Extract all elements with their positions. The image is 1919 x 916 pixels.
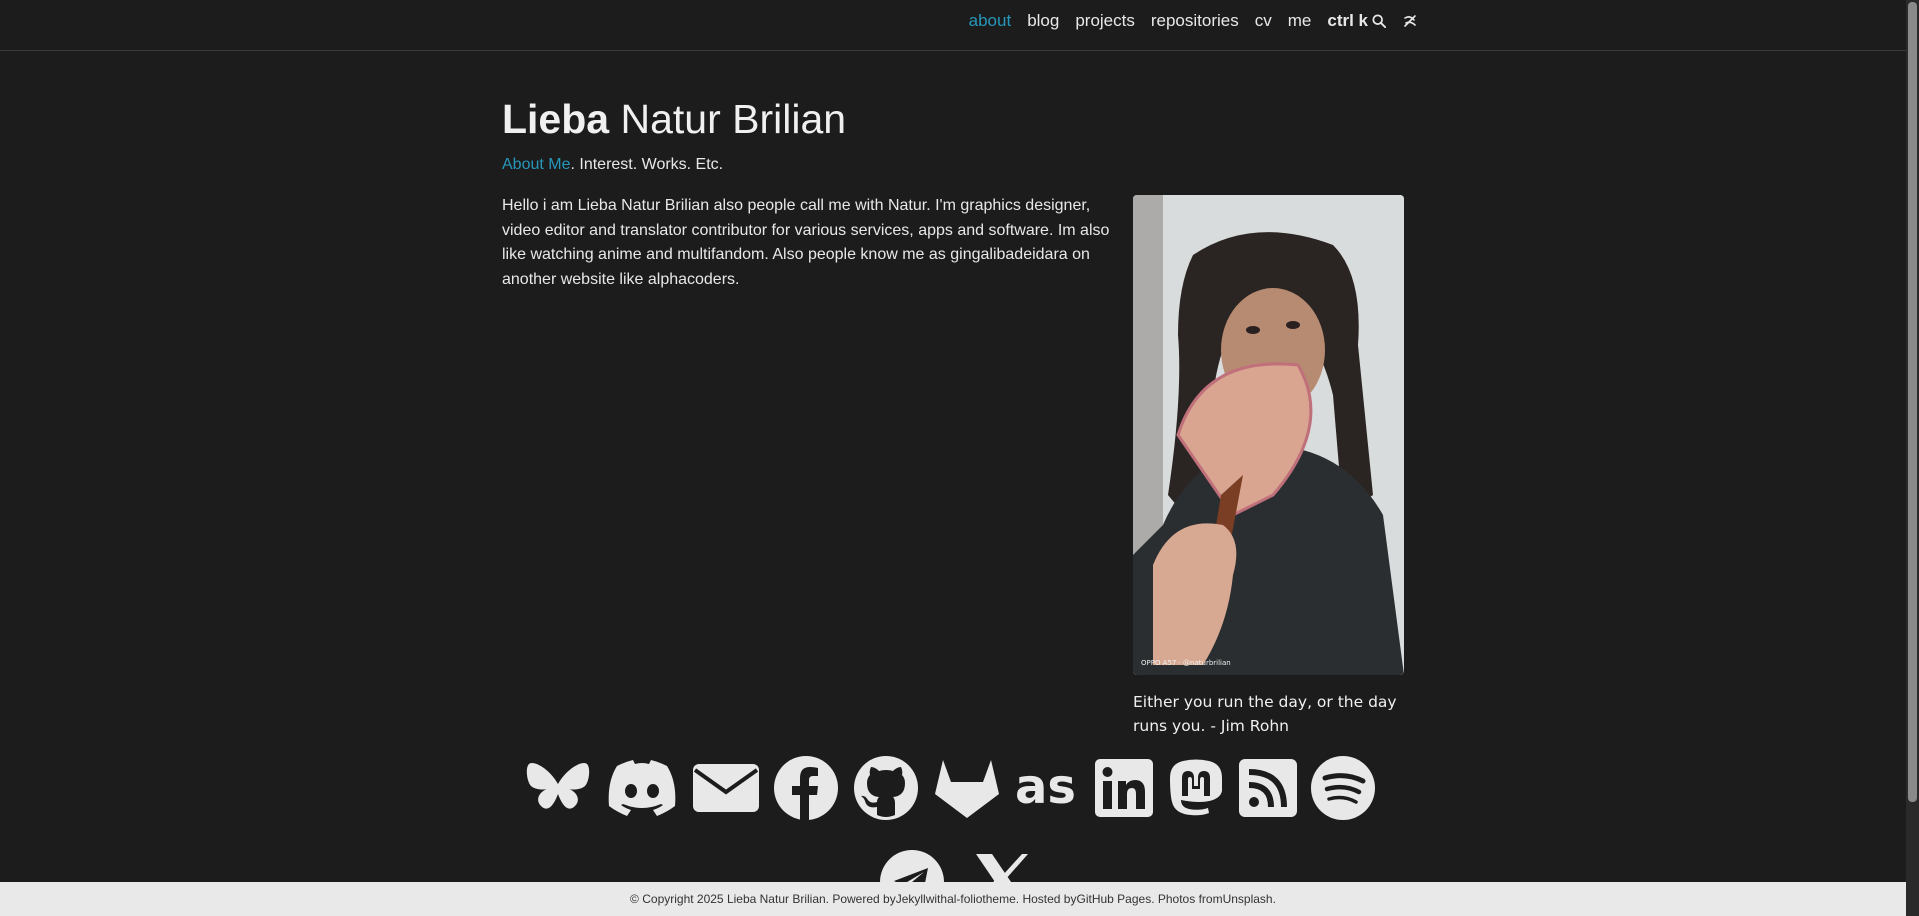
facebook-icon[interactable] [773, 755, 839, 821]
footer-end: . [1272, 892, 1276, 906]
nav-item-repositories[interactable]: repositories [1151, 11, 1239, 31]
scrollbar-thumb[interactable] [1908, 2, 1917, 802]
about-me-link[interactable]: About Me [502, 156, 570, 173]
navbar: about blog projects repositories cv me c… [0, 0, 1906, 51]
footer-github-pages-link[interactable]: GitHub Pages [1076, 892, 1151, 906]
email-icon[interactable] [693, 762, 759, 814]
search-button[interactable]: ctrl k [1327, 11, 1386, 31]
nav-item-projects[interactable]: projects [1075, 11, 1135, 31]
profile-quote: Either you run the day, or the day runs … [1133, 693, 1397, 735]
spotify-icon[interactable] [1311, 756, 1375, 820]
nav-item-cv[interactable]: cv [1255, 11, 1272, 31]
lastfm-icon[interactable]: as [1015, 763, 1081, 813]
gitlab-icon[interactable] [933, 756, 1001, 820]
footer-photos: . Photos from [1151, 892, 1223, 906]
footer-copyright: © Copyright 2025 Lieba Natur Brilian. Po… [630, 892, 896, 906]
title-first-name: Lieba [502, 96, 610, 142]
discord-icon[interactable] [605, 758, 679, 818]
footer: © Copyright 2025 Lieba Natur Brilian. Po… [0, 882, 1906, 916]
svg-text:as: as [1015, 763, 1076, 813]
footer-with: with [925, 892, 948, 906]
page-scrollbar[interactable] [1906, 0, 1919, 916]
github-icon[interactable] [853, 755, 919, 821]
description-rest: . Interest. Works. Etc. [570, 156, 724, 173]
footer-theme: theme. Hosted by [982, 892, 1077, 906]
page: about blog projects repositories cv me c… [0, 0, 1919, 916]
page-title: Lieba Natur Brilian [502, 96, 846, 143]
footer-unsplash-link[interactable]: Unsplash [1223, 892, 1273, 906]
linkedin-icon[interactable] [1095, 759, 1153, 817]
page-description: About Me. Interest. Works. Etc. [502, 156, 723, 174]
title-rest-name: Natur Brilian [609, 96, 847, 142]
search-icon [1372, 14, 1386, 28]
bio-text: Hello i am Lieba Natur Brilian also peop… [502, 197, 1110, 288]
footer-alfolio-link[interactable]: al-folio [947, 892, 982, 906]
theme-toggle-icon[interactable] [1402, 13, 1418, 29]
nav-menu: about blog projects repositories cv me c… [969, 0, 1418, 42]
bluesky-icon[interactable] [525, 758, 591, 818]
mastodon-icon[interactable] [1167, 758, 1225, 818]
nav-item-blog[interactable]: blog [1027, 11, 1059, 31]
profile-photo: OPPO A57 · @naturbrilian [1133, 195, 1404, 675]
footer-jekyll-link[interactable]: Jekyll [896, 892, 926, 906]
search-shortcut-label: ctrl k [1327, 11, 1368, 30]
nav-item-about[interactable]: about [969, 11, 1012, 31]
photo-watermark: OPPO A57 · @naturbrilian [1141, 659, 1231, 667]
nav-item-me[interactable]: me [1288, 11, 1312, 31]
social-icons: as [525, 755, 1385, 821]
rss-icon[interactable] [1239, 759, 1297, 817]
